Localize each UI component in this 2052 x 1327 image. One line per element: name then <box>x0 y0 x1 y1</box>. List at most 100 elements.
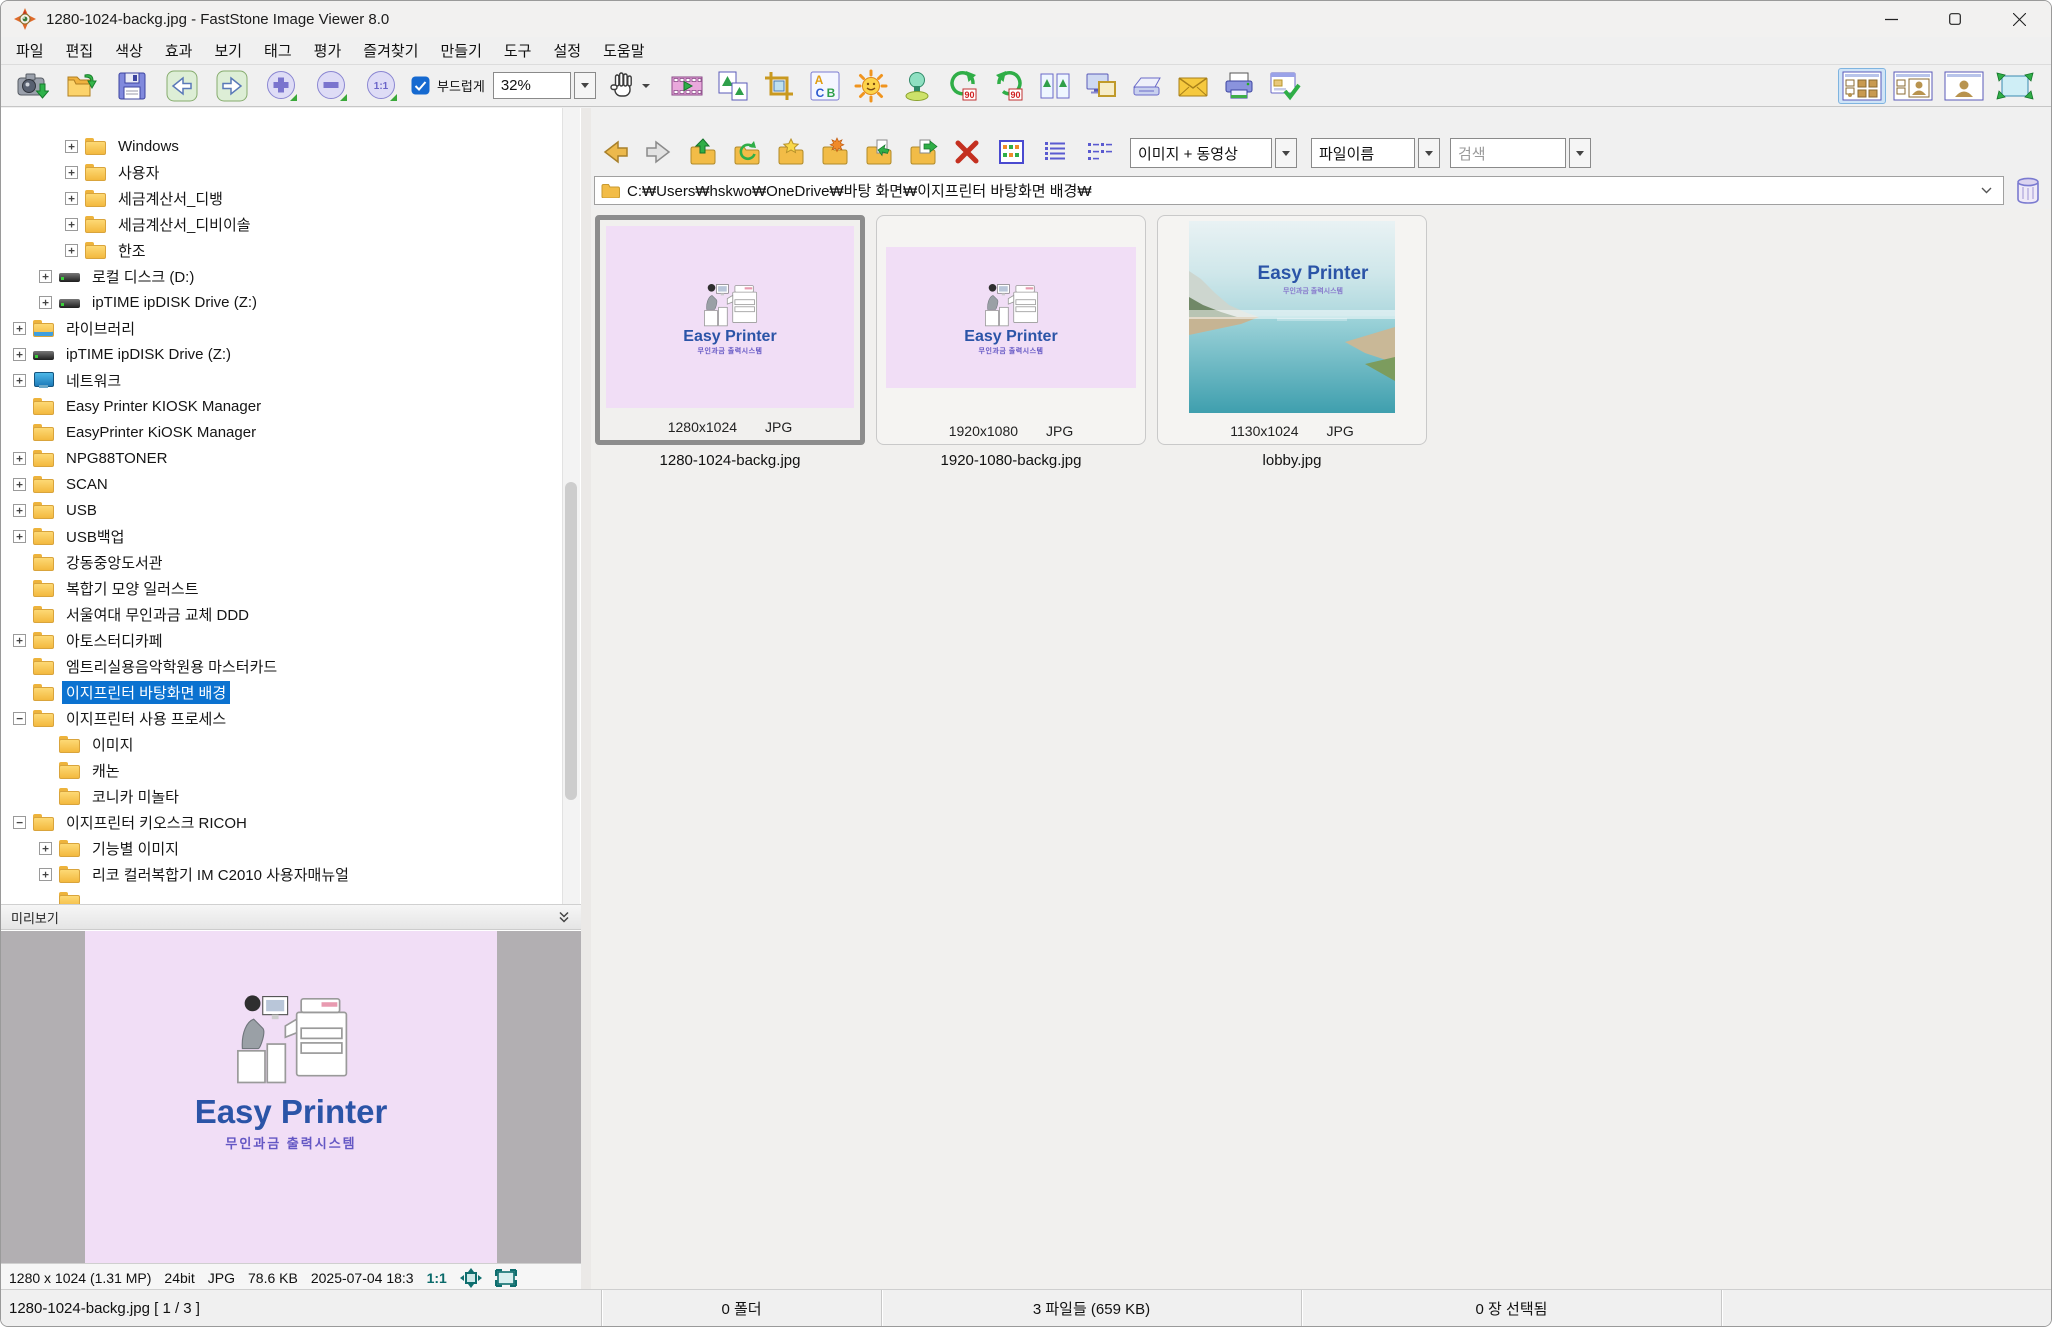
save-button[interactable] <box>113 68 151 104</box>
crop-button[interactable] <box>760 68 798 104</box>
expand-toggle[interactable]: + <box>13 478 26 491</box>
expand-toggle[interactable]: + <box>13 322 26 335</box>
search-select[interactable]: 검색 <box>1450 138 1591 168</box>
tree-item[interactable]: +사용자 <box>1 159 559 185</box>
address-dropdown-arrow[interactable] <box>1975 187 1997 194</box>
tree-item[interactable]: +USB백업 <box>1 523 559 549</box>
history-back-button[interactable] <box>597 135 632 169</box>
file-name[interactable]: lobby.jpg <box>1157 452 1427 469</box>
file-filter-arrow[interactable] <box>1275 138 1297 168</box>
rotate-left-button[interactable]: 90 <box>944 68 982 104</box>
expand-toggle[interactable]: + <box>39 270 52 283</box>
favorites-folder-button[interactable] <box>773 135 808 169</box>
zoom-in-button[interactable] <box>263 68 301 104</box>
recycle-bin-button[interactable] <box>2011 175 2045 207</box>
tree-scrollbar-thumb[interactable] <box>565 482 577 800</box>
zoom-select-arrow[interactable] <box>574 72 596 99</box>
file-name[interactable]: 1920-1080-backg.jpg <box>876 452 1146 469</box>
expand-toggle[interactable]: + <box>13 374 26 387</box>
menu-item[interactable]: 파일 <box>5 37 55 64</box>
file-filter-value[interactable]: 이미지 + 동영상 <box>1130 138 1272 168</box>
zoom-value[interactable]: 32% <box>493 72 571 99</box>
tree-item[interactable]: +Windows <box>1 133 559 159</box>
search-input[interactable]: 검색 <box>1450 138 1566 168</box>
tree-item[interactable]: +캐논 <box>1 757 559 783</box>
tree-item[interactable]: +Easy Printer KIOSK Manager <box>1 393 559 419</box>
delete-button[interactable] <box>949 135 984 169</box>
view-thumbnail-strip-button[interactable] <box>1889 68 1937 104</box>
open-folder-button[interactable] <box>63 68 101 104</box>
hand-tool-dropdown[interactable] <box>642 84 650 88</box>
pan-view-icon[interactable] <box>460 1268 482 1288</box>
expand-toggle[interactable]: + <box>13 348 26 361</box>
smooth-checkbox-group[interactable]: 부드럽게 <box>411 76 485 95</box>
expand-toggle[interactable]: + <box>13 634 26 647</box>
view-fullscreen-button[interactable] <box>1991 68 2039 104</box>
tree-item[interactable]: +세금계산서_디비이솔 <box>1 211 559 237</box>
menu-item[interactable]: 편집 <box>55 37 105 64</box>
expand-toggle[interactable]: + <box>13 452 26 465</box>
tree-item[interactable]: +EasyPrinter KiOSK Manager <box>1 419 559 445</box>
tree-item[interactable]: +한조 <box>1 237 559 263</box>
scan-button[interactable] <box>1128 68 1166 104</box>
file-thumbnail-card[interactable]: Easy Printer 무인과금 출력시스템 1130x1024JPG <box>1157 215 1427 445</box>
rotate-right-button[interactable]: 90 <box>990 68 1028 104</box>
expand-toggle[interactable]: + <box>65 192 78 205</box>
file-name[interactable]: 1280-1024-backg.jpg <box>595 452 865 469</box>
expand-toggle[interactable]: + <box>13 504 26 517</box>
smooth-checkbox-icon[interactable] <box>411 76 430 95</box>
expand-toggle[interactable]: + <box>65 140 78 153</box>
tree-item[interactable]: +이지프린터 바탕화면 배경 <box>1 679 559 705</box>
zoom-out-button[interactable] <box>313 68 351 104</box>
expand-toggle[interactable]: + <box>13 530 26 543</box>
tree-item[interactable]: +네트워크 <box>1 367 559 393</box>
expand-toggle[interactable]: + <box>39 296 52 309</box>
minimize-button[interactable] <box>1859 1 1923 37</box>
draw-text-button[interactable]: A C B <box>806 68 844 104</box>
copy-to-folder-button[interactable] <box>905 135 940 169</box>
slideshow-button[interactable] <box>668 68 706 104</box>
colors-button[interactable] <box>852 68 890 104</box>
wallpaper-button[interactable] <box>1082 68 1120 104</box>
tree-item[interactable]: +강동중앙도서관 <box>1 549 559 575</box>
move-to-folder-button[interactable] <box>861 135 896 169</box>
menu-item[interactable]: 도움말 <box>592 37 655 64</box>
expand-toggle[interactable]: + <box>39 842 52 855</box>
zoom-actual-size-button[interactable]: 1:1 <box>363 68 401 104</box>
file-thumbnail-card[interactable]: Easy Printer무인과금 출력시스템1920x1080JPG <box>876 215 1146 445</box>
expand-toggle[interactable]: + <box>39 868 52 881</box>
history-forward-button[interactable] <box>641 135 676 169</box>
tree-item[interactable]: +NPG88TONER <box>1 445 559 471</box>
tree-item[interactable]: −이지프린터 키오스크 RICOH <box>1 809 559 835</box>
file-thumbnail-card[interactable]: Easy Printer무인과금 출력시스템1280x1024JPG <box>595 215 865 445</box>
maximize-button[interactable] <box>1923 1 1987 37</box>
tree-item[interactable]: −이지프린터 사용 프로세스 <box>1 705 559 731</box>
tree-item[interactable]: +기능별 이미지 <box>1 835 559 861</box>
compare-button[interactable] <box>1036 68 1074 104</box>
fit-window-icon[interactable] <box>495 1269 517 1287</box>
zoom-select[interactable]: 32% <box>493 72 596 99</box>
panel-splitter[interactable] <box>581 108 591 1289</box>
menu-item[interactable]: 색상 <box>104 37 154 64</box>
search-arrow[interactable] <box>1569 138 1591 168</box>
tree-item[interactable]: + <box>1 887 559 904</box>
address-combobox[interactable]: C:₩Users₩hskwo₩OneDrive₩바탕 화면₩이지프린터 바탕화면… <box>594 176 2004 205</box>
tree-item[interactable]: +이미지 <box>1 731 559 757</box>
sort-value[interactable]: 파일이름 <box>1311 138 1415 168</box>
view-thumbnails-button[interactable] <box>993 135 1028 169</box>
file-filter-select[interactable]: 이미지 + 동영상 <box>1130 138 1297 168</box>
new-folder-button[interactable] <box>817 135 852 169</box>
tree-item[interactable]: +코니카 미놀타 <box>1 783 559 809</box>
collapse-toggle[interactable]: − <box>13 816 26 829</box>
menu-item[interactable]: 즐겨찾기 <box>352 37 429 64</box>
tree-item[interactable]: +서울여대 무인과금 교체 DDD <box>1 601 559 627</box>
view-details-button[interactable] <box>1037 135 1072 169</box>
menu-item[interactable]: 만들기 <box>429 37 492 64</box>
forward-button[interactable] <box>213 68 251 104</box>
print-button[interactable] <box>1220 68 1258 104</box>
collapse-preview-icon[interactable] <box>557 910 571 924</box>
expand-toggle[interactable]: + <box>65 244 78 257</box>
tree-scrollbar[interactable] <box>562 108 580 904</box>
back-button[interactable] <box>163 68 201 104</box>
expand-toggle[interactable]: + <box>65 218 78 231</box>
